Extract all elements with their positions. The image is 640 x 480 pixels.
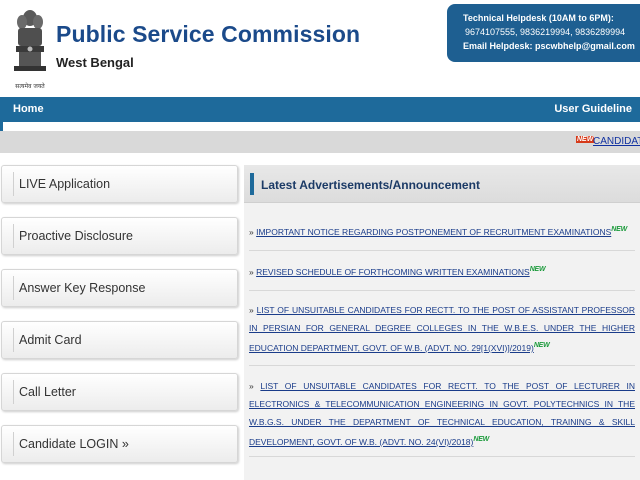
announcement-item: » IMPORTANT NOTICE REGARDING POSTPONEMEN… <box>249 221 635 251</box>
sidebar-item-proactive-disclosure[interactable]: Proactive Disclosure <box>1 217 238 255</box>
emblem-motto: सत्यमेव जयते <box>15 83 45 90</box>
main-nav: Home User Guideline <box>0 97 640 122</box>
announcements-heading: Latest Advertisements/Announcement <box>261 178 480 192</box>
new-icon: NEW <box>533 342 550 349</box>
announcement-item: » LIST OF UNSUITABLE CANDIDATES FOR RECT… <box>249 377 635 457</box>
sidebar-item-marker <box>8 224 14 248</box>
sidebar-item-label: LIVE Application <box>19 177 111 191</box>
bullet-icon: » <box>249 305 254 315</box>
sidebar-item-admit-card[interactable]: Admit Card <box>1 321 238 359</box>
sidebar-item-marker <box>8 276 14 300</box>
helpdesk-phones: 9674107555, 9836219994, 9836289994 <box>465 27 626 37</box>
candidate-link[interactable]: CANDIDATE <box>593 136 640 147</box>
bullet-icon: » <box>249 381 254 391</box>
nav-home-link[interactable]: Home <box>13 103 44 115</box>
bullet-icon: » <box>249 226 254 237</box>
announcement-bar: NEW CANDIDATE <box>0 131 640 153</box>
nav-user-guideline-link[interactable]: User Guideline <box>554 103 632 115</box>
new-badge-icon: NEW <box>576 136 595 143</box>
announcement-link[interactable]: LIST OF UNSUITABLE CANDIDATES FOR RECTT.… <box>249 381 635 447</box>
new-icon: NEW <box>473 436 490 443</box>
sidebar-item-marker <box>8 172 14 196</box>
sidebar-item-live-application[interactable]: LIVE Application <box>1 165 238 203</box>
new-icon: NEW <box>611 226 627 233</box>
sidebar-item-label: Proactive Disclosure <box>19 229 133 243</box>
helpdesk-email: Email Helpdesk: pscwbhelp@gmail.com <box>463 41 635 51</box>
sidebar-item-call-letter[interactable]: Call Letter <box>1 373 238 411</box>
announcements-header: Latest Advertisements/Announcement <box>244 165 640 203</box>
sidebar-item-label: Answer Key Response <box>19 281 146 295</box>
page-subtitle: West Bengal <box>56 55 134 70</box>
sidebar-item-label: Admit Card <box>19 333 82 347</box>
nav-divider <box>0 122 640 131</box>
announcement-item: » LIST OF UNSUITABLE CANDIDATES FOR RECT… <box>249 301 635 366</box>
sidebar-item-marker <box>8 328 14 352</box>
ashoka-emblem-icon <box>14 10 46 71</box>
announcement-link[interactable]: REVISED SCHEDULE OF FORTHCOMING WRITTEN … <box>256 267 530 277</box>
sidebar-item-label: Call Letter <box>19 385 76 399</box>
header-accent-bar <box>250 173 254 195</box>
announcement-link[interactable]: IMPORTANT NOTICE REGARDING POSTPONEMENT … <box>256 227 611 237</box>
sidebar-item-label: Candidate LOGIN » <box>19 437 129 451</box>
sidebar-item-marker <box>8 432 14 456</box>
sidebar-item-answer-key-response[interactable]: Answer Key Response <box>1 269 238 307</box>
bullet-icon: » <box>249 266 254 277</box>
announcement-link[interactable]: LIST OF UNSUITABLE CANDIDATES FOR RECTT.… <box>249 305 635 353</box>
helpdesk-box: Technical Helpdesk (10AM to 6PM): 967410… <box>447 4 640 62</box>
page-title: Public Service Commission <box>56 21 361 47</box>
state-emblem-logo: सत्यमेव जयते <box>10 8 50 90</box>
announcement-item: » REVISED SCHEDULE OF FORTHCOMING WRITTE… <box>249 261 635 291</box>
helpdesk-heading: Technical Helpdesk (10AM to 6PM): <box>463 13 614 23</box>
new-icon: NEW <box>529 266 546 273</box>
site-header: सत्यमेव जयते Public Service Commission W… <box>0 0 640 97</box>
sidebar-item-marker <box>8 380 14 404</box>
sidebar-item-candidate-login[interactable]: Candidate LOGIN » <box>1 425 238 463</box>
announcements-panel: Latest Advertisements/Announcement » IMP… <box>244 165 640 480</box>
